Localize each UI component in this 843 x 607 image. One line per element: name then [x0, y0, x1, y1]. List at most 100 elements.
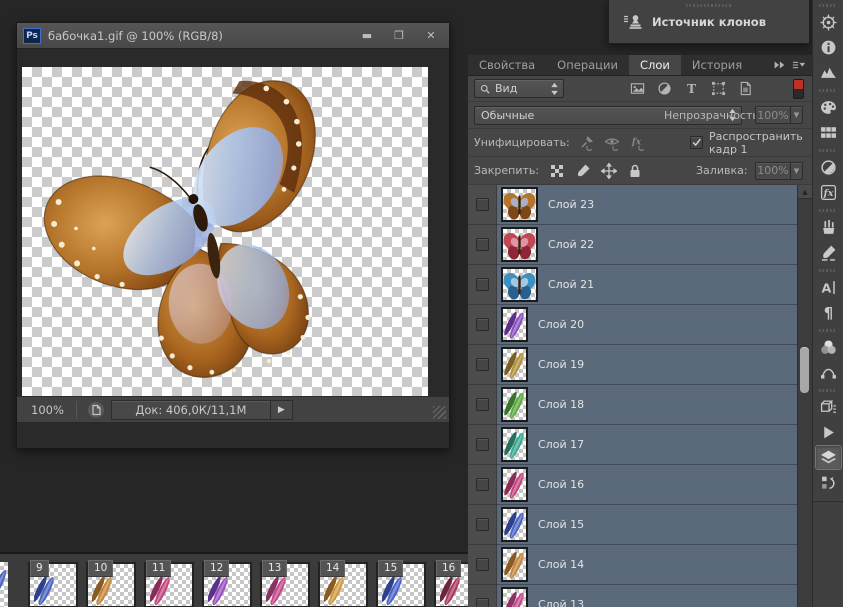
- tab-история[interactable]: История: [681, 55, 753, 75]
- chevron-down-icon[interactable]: ▼: [790, 163, 802, 179]
- layer-visibility-checkbox[interactable]: [476, 598, 489, 607]
- toolbar-button-info[interactable]: [815, 35, 842, 60]
- layer-row[interactable]: Слой 19: [468, 345, 797, 385]
- layer-row[interactable]: Слой 15: [468, 505, 797, 545]
- layer-visibility-checkbox[interactable]: [476, 438, 489, 451]
- layer-row[interactable]: Слой 14: [468, 545, 797, 585]
- panel-menu-icon[interactable]: [792, 58, 806, 72]
- frame-cell[interactable]: 11: [144, 560, 198, 607]
- minimize-button[interactable]: ▬: [353, 27, 381, 45]
- layer-thumbnail[interactable]: [501, 267, 538, 302]
- layer-thumbnail[interactable]: [501, 587, 528, 607]
- layer-visibility-checkbox[interactable]: [476, 238, 489, 251]
- dock-gripper[interactable]: [819, 4, 837, 7]
- layer-visibility-checkbox[interactable]: [476, 278, 489, 291]
- pixel-layer-filter-icon[interactable]: [630, 81, 645, 96]
- toolbar-button-paths[interactable]: [815, 360, 842, 385]
- toolbar-button-paragraph[interactable]: ¶: [815, 300, 842, 325]
- filter-kind-dropdown[interactable]: Вид: [474, 79, 564, 98]
- lock-position-icon[interactable]: [601, 163, 617, 179]
- canvas[interactable]: [22, 67, 428, 422]
- tab-свойства[interactable]: Свойства: [468, 55, 546, 75]
- type-layer-filter-icon[interactable]: T: [684, 81, 699, 96]
- layer-visibility-checkbox[interactable]: [476, 198, 489, 211]
- layer-row[interactable]: Слой 13: [468, 585, 797, 607]
- propagate-frame-checkbox[interactable]: [690, 136, 703, 149]
- layer-visibility-checkbox[interactable]: [476, 398, 489, 411]
- frame-cell[interactable]: 9: [28, 560, 82, 607]
- frame-cell[interactable]: 12: [202, 560, 256, 607]
- resize-grip[interactable]: [433, 406, 446, 419]
- status-options-button[interactable]: ▶: [271, 400, 293, 420]
- dock-gripper[interactable]: [819, 269, 837, 272]
- tab-операции[interactable]: Операции: [546, 55, 629, 75]
- layer-row[interactable]: Слой 16: [468, 465, 797, 505]
- zoom-level[interactable]: 100%: [17, 403, 76, 417]
- layer-thumbnail[interactable]: [501, 547, 528, 582]
- frame-cell[interactable]: 14: [318, 560, 372, 607]
- toolbar-button-kuler[interactable]: [815, 335, 842, 360]
- frame-cell[interactable]: 16: [434, 560, 468, 607]
- scroll-up-arrow[interactable]: ▲: [798, 185, 812, 199]
- toolbar-button-navigator[interactable]: [815, 10, 842, 35]
- layer-thumbnail[interactable]: [501, 387, 528, 422]
- scrollbar-thumb[interactable]: [800, 347, 809, 393]
- tab-слои[interactable]: Слои: [629, 55, 681, 75]
- lock-all-icon[interactable]: [627, 163, 643, 179]
- dock-gripper[interactable]: [819, 149, 837, 152]
- layer-row[interactable]: Слой 23: [468, 185, 797, 225]
- unify-position-icon[interactable]: [578, 135, 594, 151]
- layer-row[interactable]: Слой 21: [468, 265, 797, 305]
- layer-thumbnail[interactable]: [501, 187, 538, 222]
- layer-list-scrollbar[interactable]: ▲: [797, 185, 812, 607]
- unify-effects-icon[interactable]: fx: [630, 135, 646, 151]
- layer-thumbnail[interactable]: [501, 347, 528, 382]
- layer-thumbnail[interactable]: [501, 307, 528, 342]
- double-arrow-icon[interactable]: [772, 58, 786, 72]
- smart-object-filter-icon[interactable]: [738, 81, 753, 96]
- layer-row[interactable]: Слой 22: [468, 225, 797, 265]
- frame-cell[interactable]: 15: [376, 560, 430, 607]
- maximize-button[interactable]: ❐: [385, 27, 413, 45]
- layer-thumbnail[interactable]: [501, 467, 528, 502]
- toolbar-button-swatches[interactable]: [815, 120, 842, 145]
- layer-visibility-checkbox[interactable]: [476, 478, 489, 491]
- toolbar-button-history[interactable]: [815, 470, 842, 495]
- toolbar-button-styles[interactable]: fx: [815, 180, 842, 205]
- layer-row[interactable]: Слой 17: [468, 425, 797, 465]
- layer-thumbnail[interactable]: [501, 227, 538, 262]
- frame-cell[interactable]: 10: [86, 560, 140, 607]
- toolbar-button-histogram[interactable]: [815, 60, 842, 85]
- document-size-field[interactable]: Док: 406,0К/11,1М: [111, 400, 271, 420]
- close-button[interactable]: ✕: [417, 27, 445, 45]
- opacity-control[interactable]: 100% ▼: [755, 106, 803, 124]
- layer-thumbnail[interactable]: [501, 507, 528, 542]
- layer-filter-toggle[interactable]: [793, 79, 804, 99]
- dock-gripper[interactable]: [819, 209, 837, 212]
- frame-cell[interactable]: 13: [260, 560, 314, 607]
- dock-gripper[interactable]: [819, 389, 837, 392]
- layer-row[interactable]: Слой 20: [468, 305, 797, 345]
- shape-layer-filter-icon[interactable]: [711, 81, 726, 96]
- document-titlebar[interactable]: Ps бабочка1.gif @ 100% (RGB/8) ▬ ❐ ✕: [17, 23, 449, 49]
- adjustment-layer-filter-icon[interactable]: [657, 81, 672, 96]
- toolbar-button-adjustments[interactable]: [815, 155, 842, 180]
- layer-thumbnail[interactable]: [501, 427, 528, 462]
- toolbar-button-layer-comps[interactable]: [815, 395, 842, 420]
- dock-gripper[interactable]: [819, 329, 837, 332]
- layer-visibility-checkbox[interactable]: [476, 558, 489, 571]
- frame-thumbnail[interactable]: [0, 562, 8, 607]
- lock-transparency-icon[interactable]: [549, 163, 565, 179]
- layer-visibility-checkbox[interactable]: [476, 358, 489, 371]
- lock-pixels-icon[interactable]: [575, 163, 591, 179]
- unify-visibility-icon[interactable]: [604, 135, 620, 151]
- layer-visibility-checkbox[interactable]: [476, 518, 489, 531]
- toolbar-button-actions[interactable]: [815, 420, 842, 445]
- fill-control[interactable]: 100% ▼: [755, 162, 803, 180]
- toolbar-button-layers[interactable]: [815, 445, 842, 470]
- toolbar-button-brush-presets[interactable]: [815, 240, 842, 265]
- layer-visibility-checkbox[interactable]: [476, 318, 489, 331]
- chevron-down-icon[interactable]: ▼: [790, 107, 802, 123]
- layer-row[interactable]: Слой 18: [468, 385, 797, 425]
- toolbar-button-brush[interactable]: [815, 215, 842, 240]
